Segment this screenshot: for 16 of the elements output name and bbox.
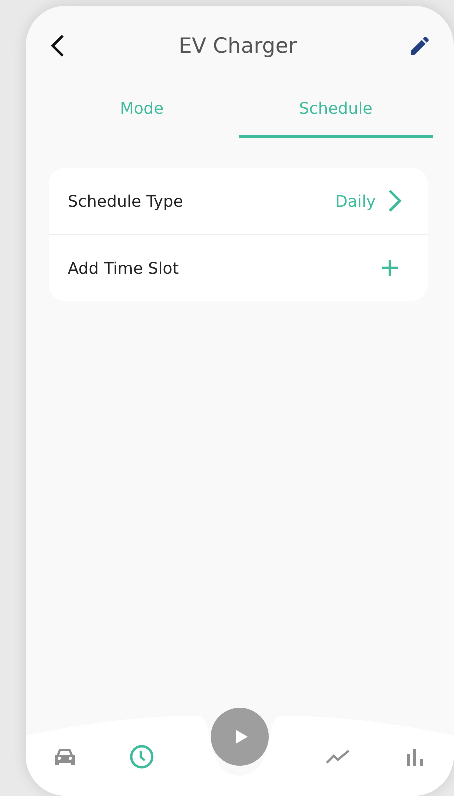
- play-button[interactable]: [211, 708, 269, 766]
- plus-icon: [381, 259, 399, 277]
- setting-row[interactable]: Add Time Slot: [49, 234, 428, 301]
- play-icon: [235, 729, 249, 745]
- clock-icon: [129, 744, 156, 770]
- car-icon: [52, 747, 77, 767]
- chevron-right-icon: [388, 189, 402, 213]
- edit-button[interactable]: [408, 34, 432, 58]
- setting-label: Add Time Slot: [68, 258, 180, 278]
- pencil-icon: [408, 34, 432, 58]
- bar-chart-icon: [406, 748, 424, 766]
- screen-title: EV Charger: [178, 34, 298, 58]
- setting-value: Daily: [336, 192, 376, 210]
- setting-row[interactable]: Schedule Type Daily: [49, 168, 428, 234]
- trend-line-icon: [326, 750, 350, 764]
- setting-label: Schedule Type: [68, 192, 184, 210]
